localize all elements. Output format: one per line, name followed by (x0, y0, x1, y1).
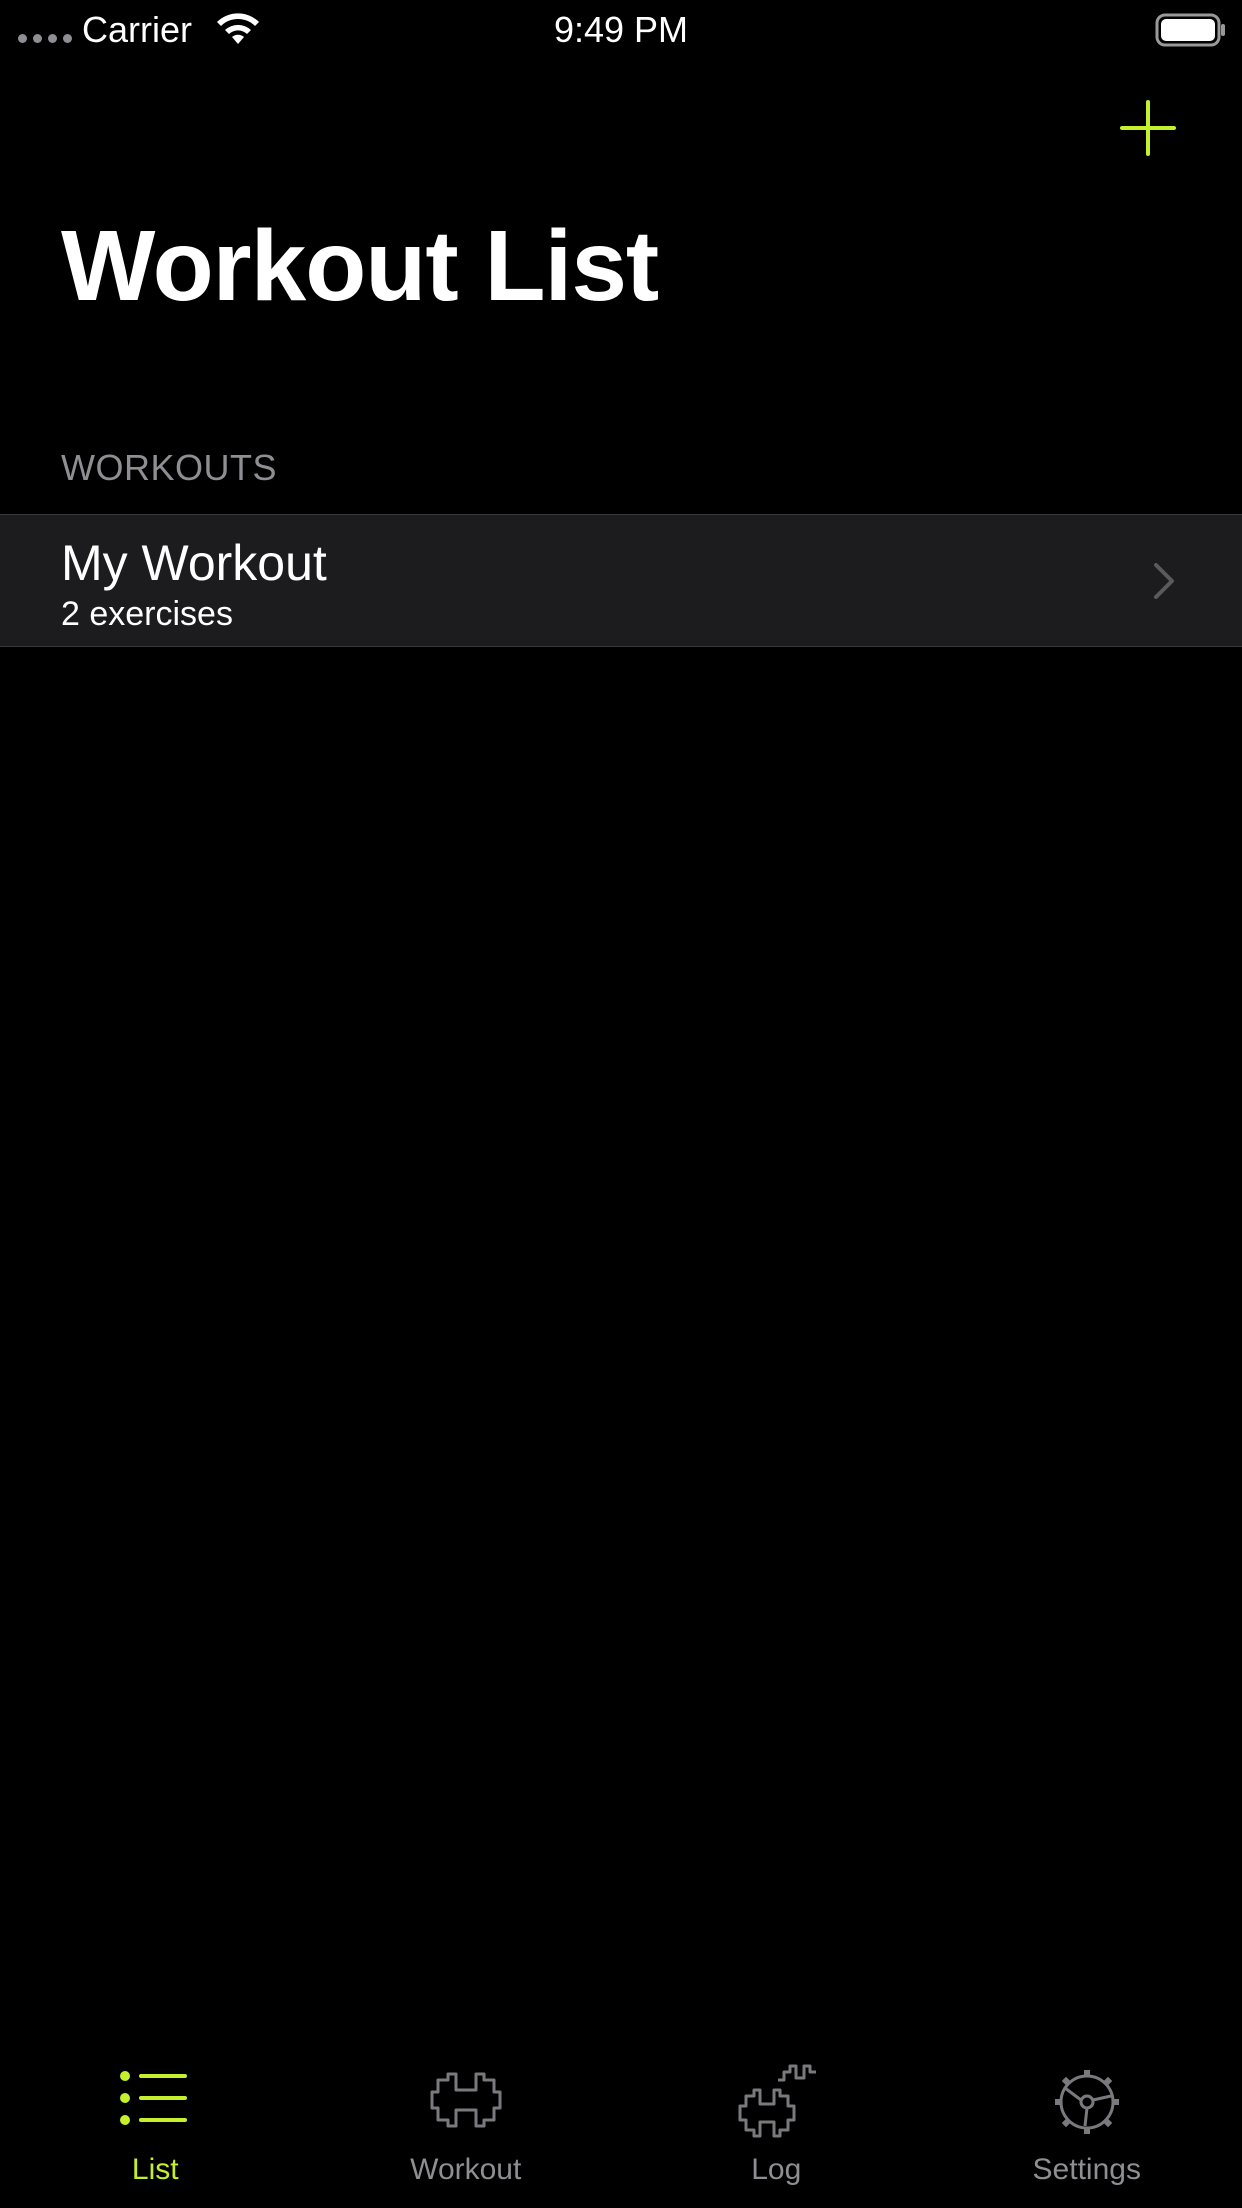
tab-label: Settings (1032, 2153, 1141, 2186)
battery-icon (1155, 13, 1225, 47)
tab-settings[interactable]: Settings (932, 2038, 1242, 2208)
workout-exercise-count: 2 exercises (61, 595, 233, 633)
list-icon (120, 2071, 188, 2125)
tab-list[interactable]: List (0, 2038, 311, 2208)
add-workout-button[interactable] (1116, 96, 1180, 160)
status-bar: Carrier 9:49 PM (0, 0, 1242, 60)
tab-label: List (131, 2153, 179, 2186)
tab-label: Log (751, 2153, 802, 2186)
dumbbell-icon (430, 2072, 502, 2128)
section-header: WORKOUTS (61, 447, 277, 488)
log-dumbbells-icon (738, 2064, 817, 2138)
tab-log[interactable]: Log (621, 2038, 932, 2208)
tab-label: Workout (410, 2153, 522, 2186)
workout-list: My Workout 2 exercises (0, 514, 1242, 647)
workout-row[interactable]: My Workout 2 exercises (0, 515, 1242, 646)
page-title: Workout List (61, 210, 659, 322)
workout-title: My Workout (61, 535, 327, 591)
gear-icon (1054, 2070, 1119, 2134)
tab-workout[interactable]: Workout (311, 2038, 622, 2208)
tab-bar: List Workout Log Settings (0, 2038, 1242, 2208)
status-time: 9:49 PM (553, 9, 689, 50)
chevron-right-icon (1154, 563, 1174, 599)
